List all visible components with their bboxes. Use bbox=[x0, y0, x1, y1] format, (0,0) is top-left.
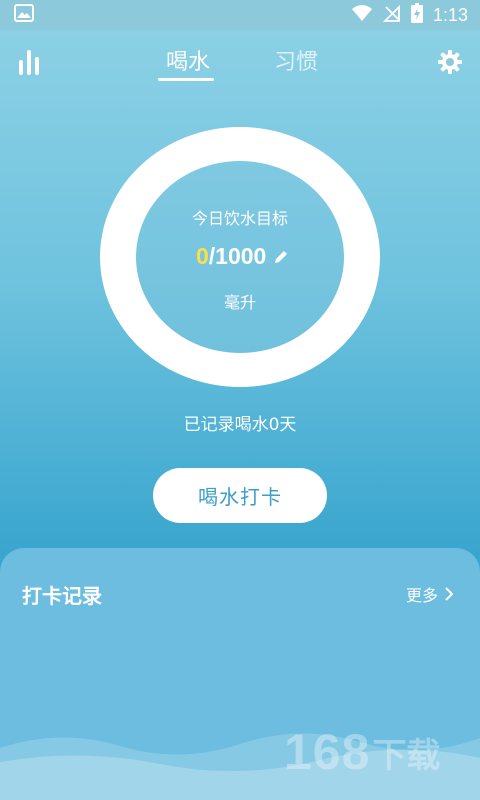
drink-checkin-button[interactable]: 喝水打卡 bbox=[153, 468, 327, 523]
wifi-icon bbox=[351, 4, 373, 26]
more-link[interactable]: 更多 bbox=[406, 582, 454, 606]
target-amount: /1000 bbox=[208, 243, 267, 269]
goal-value: 0 /1000 bbox=[196, 243, 289, 270]
battery-charging-icon bbox=[410, 3, 423, 27]
top-nav: 喝水 习惯 bbox=[0, 30, 480, 90]
watermark-logo: 168 下载 bbox=[284, 724, 470, 780]
tab-habit[interactable]: 习惯 bbox=[268, 44, 324, 76]
watermark-text: 下载 bbox=[372, 735, 441, 776]
water-goal-ring: 今日饮水目标 0 /1000 毫升 bbox=[100, 127, 380, 387]
settings-button[interactable] bbox=[436, 48, 464, 76]
more-label: 更多 bbox=[406, 586, 439, 605]
current-intake: 0 bbox=[196, 243, 209, 269]
active-tab-indicator bbox=[158, 78, 214, 81]
watermark-digits: 168 bbox=[284, 724, 371, 780]
status-time: 1:13 bbox=[432, 4, 468, 25]
image-icon bbox=[14, 4, 34, 26]
pencil-icon[interactable] bbox=[273, 249, 289, 265]
stats-button[interactable] bbox=[18, 48, 44, 76]
records-title: 打卡记录 bbox=[22, 584, 102, 608]
no-signal-icon bbox=[382, 4, 401, 26]
recorded-days-text: 已记录喝水0天 bbox=[183, 415, 297, 435]
chevron-right-icon bbox=[445, 587, 454, 601]
goal-label: 今日饮水目标 bbox=[191, 209, 288, 228]
gear-icon bbox=[438, 50, 462, 74]
bar-chart-icon bbox=[19, 50, 39, 75]
unit-label: 毫升 bbox=[223, 293, 256, 312]
tab-drink-water[interactable]: 喝水 bbox=[160, 44, 216, 76]
status-bar: 1:13 bbox=[0, 0, 480, 30]
